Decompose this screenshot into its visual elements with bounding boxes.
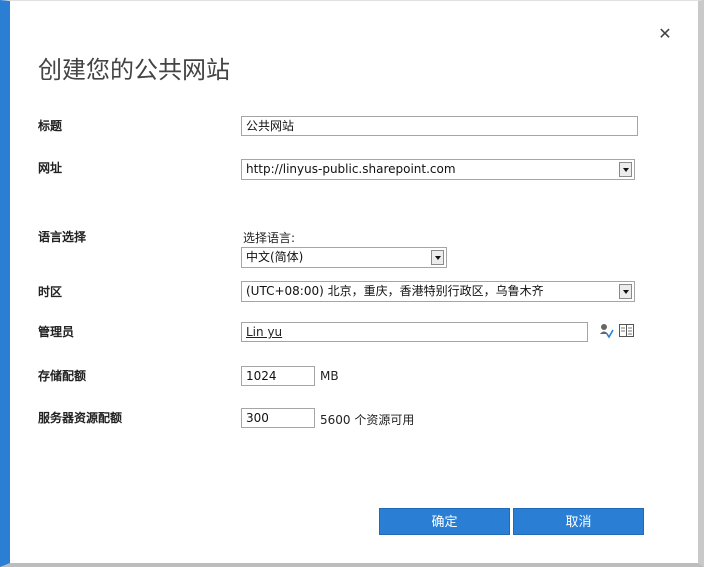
ok-button[interactable]: 确定 [379,508,510,535]
storage-label: 存储配额 [38,369,87,383]
admin-label: 管理员 [38,325,75,339]
language-hint: 选择语言: [243,231,296,245]
admin-people-picker[interactable]: Lin yu [241,322,588,342]
chevron-down-icon[interactable] [619,162,632,177]
check-names-icon[interactable] [599,323,614,343]
url-select[interactable]: http://linyus-public.sharepoint.com [241,159,635,180]
resource-hint: 5600 个资源可用 [320,413,415,427]
timezone-label: 时区 [38,285,63,299]
cancel-button[interactable]: 取消 [513,508,644,535]
dialog-title: 创建您的公共网站 [38,56,230,84]
admin-value: Lin yu [246,325,283,339]
chevron-down-icon[interactable] [431,250,444,265]
address-book-icon[interactable] [618,323,635,342]
timezone-value: (UTC+08:00) 北京，重庆，香港特别行政区，乌鲁木齐 [246,284,544,298]
language-value: 中文(简体) [246,250,304,264]
title-input[interactable]: 公共网站 [241,116,638,136]
title-label: 标题 [38,119,63,133]
timezone-select[interactable]: (UTC+08:00) 北京，重庆，香港特别行政区，乌鲁木齐 [241,281,635,302]
storage-input[interactable]: 1024 [241,366,315,386]
url-label: 网址 [38,161,63,175]
close-icon[interactable]: ✕ [656,25,674,43]
resource-label: 服务器资源配额 [38,411,123,425]
language-select[interactable]: 中文(简体) [241,247,447,268]
resource-input[interactable]: 300 [241,408,315,428]
chevron-down-icon[interactable] [619,284,632,299]
storage-unit: MB [320,369,339,383]
language-label: 语言选择 [38,230,87,244]
url-value: http://linyus-public.sharepoint.com [246,162,456,176]
